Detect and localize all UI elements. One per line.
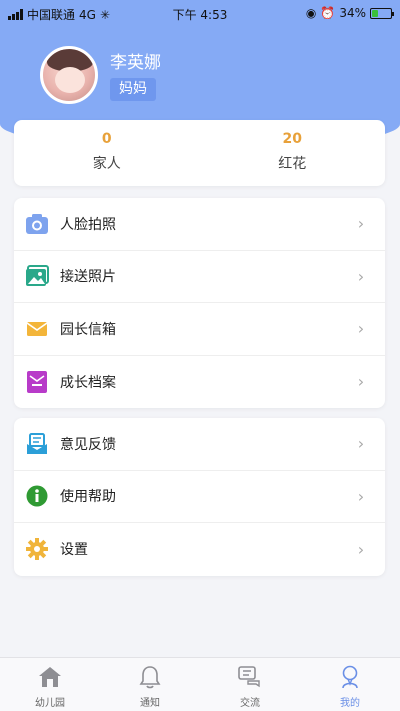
menu-item-growth-archive[interactable]: 成长档案 › <box>14 356 385 409</box>
role-badge: 妈妈 <box>110 78 156 101</box>
tab-bar: 幼儿园 通知 交流 我的 <box>0 657 400 711</box>
chevron-right-icon: › <box>357 539 365 559</box>
feedback-icon <box>25 432 49 456</box>
bell-icon <box>100 664 200 690</box>
stat-value: 0 <box>101 131 112 147</box>
tab-label: 幼儿园 <box>35 698 65 709</box>
menu-label: 意见反馈 <box>60 436 116 453</box>
menu-label: 使用帮助 <box>60 489 116 506</box>
archive-icon <box>25 370 49 394</box>
photo-icon <box>25 264 49 288</box>
avatar-face <box>55 67 85 93</box>
menu-item-pickup-photos[interactable]: 接送照片 › <box>14 251 385 303</box>
chevron-right-icon: › <box>357 372 365 392</box>
status-bar: 中国联通 4G ✳ 下午 4:53 ◉ ⏰ 34% <box>0 0 400 26</box>
menu-item-help[interactable]: 使用帮助 › <box>14 471 385 523</box>
home-icon <box>0 664 100 690</box>
battery-icon <box>370 7 394 19</box>
menu-label: 成长档案 <box>60 374 116 391</box>
mail-icon <box>25 317 49 341</box>
stat-label: 家人 <box>92 156 121 172</box>
menu-item-face-photo[interactable]: 人脸拍照 › <box>14 198 385 251</box>
stat-family[interactable]: 0 家人 <box>14 120 200 186</box>
chevron-right-icon: › <box>357 486 365 506</box>
menu-label: 设置 <box>60 542 88 559</box>
camera-icon <box>25 212 49 236</box>
alarm-icon: ⏰ <box>320 6 336 20</box>
chevron-right-icon: › <box>357 319 365 339</box>
tab-label: 交流 <box>240 698 260 709</box>
chevron-right-icon: › <box>357 266 365 286</box>
stat-value: 20 <box>282 131 302 147</box>
stat-label: 红花 <box>278 156 307 172</box>
status-right: ◉ ⏰ 34% <box>305 6 394 20</box>
stat-red-flowers[interactable]: 20 红花 <box>200 120 386 186</box>
menu-label: 接送照片 <box>60 269 116 286</box>
chat-icon <box>200 664 300 690</box>
user-name: 李英娜 <box>110 53 161 73</box>
chevron-right-icon: › <box>357 434 365 454</box>
tab-notifications[interactable]: 通知 <box>100 658 200 711</box>
menu-card-2: 意见反馈 › 使用帮助 › 设置 › <box>14 418 385 576</box>
info-icon <box>25 484 49 508</box>
avatar[interactable] <box>40 46 98 104</box>
orientation-lock-icon: ◉ <box>305 6 317 20</box>
tab-mine[interactable]: 我的 <box>300 658 400 711</box>
battery-percent: 34% <box>339 6 366 20</box>
menu-item-principal-mailbox[interactable]: 园长信箱 › <box>14 303 385 356</box>
menu-card-1: 人脸拍照 › 接送照片 › 园长信箱 › 成长档案 › <box>14 198 385 408</box>
gear-icon <box>25 537 49 561</box>
tab-label: 我的 <box>340 698 360 709</box>
chevron-right-icon: › <box>357 214 365 234</box>
stats-card: 0 家人 20 红花 <box>14 120 385 186</box>
user-icon <box>300 664 400 690</box>
menu-label: 园长信箱 <box>60 321 116 338</box>
tab-label: 通知 <box>140 698 160 709</box>
menu-label: 人脸拍照 <box>60 216 116 233</box>
tab-kindergarten[interactable]: 幼儿园 <box>0 658 100 711</box>
menu-item-feedback[interactable]: 意见反馈 › <box>14 418 385 471</box>
menu-item-settings[interactable]: 设置 › <box>14 523 385 576</box>
tab-chat[interactable]: 交流 <box>200 658 300 711</box>
